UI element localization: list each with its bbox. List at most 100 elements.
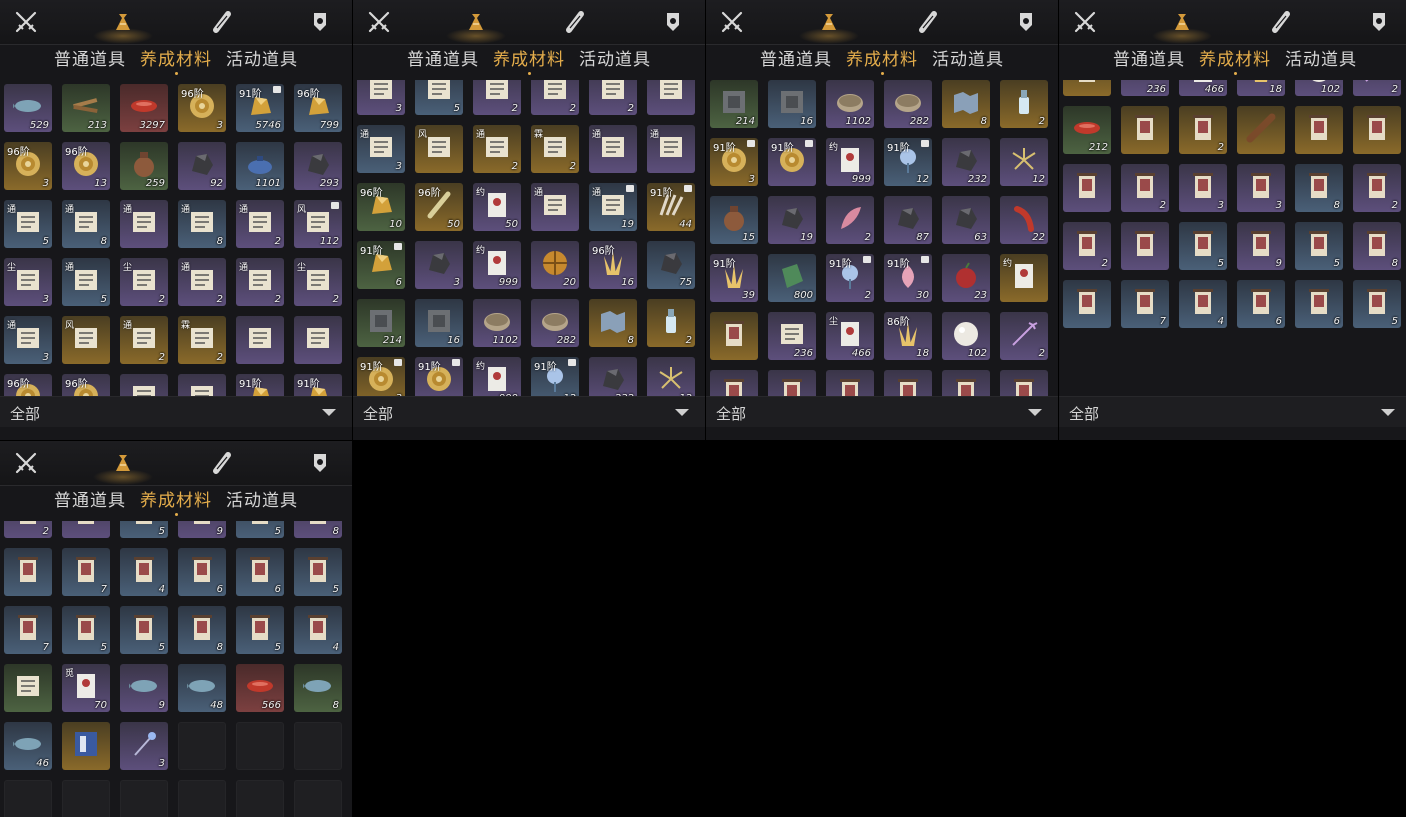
item-slot[interactable]: 尘 466 bbox=[826, 312, 874, 360]
item-slot[interactable]: 5 bbox=[1295, 222, 1343, 270]
item-slot[interactable] bbox=[236, 316, 284, 364]
item-slot[interactable] bbox=[1063, 164, 1111, 212]
item-slot[interactable]: 约999 bbox=[826, 138, 874, 186]
scroll-icon[interactable] bbox=[916, 10, 940, 34]
item-slot[interactable]: 3 bbox=[120, 722, 168, 770]
item-slot[interactable] bbox=[710, 312, 758, 360]
filter-dropdown[interactable]: 全部 bbox=[706, 396, 1058, 427]
item-slot[interactable]: 通2 bbox=[120, 316, 168, 364]
item-slot[interactable]: 4 bbox=[294, 606, 342, 654]
item-slot[interactable]: 91阶 44 bbox=[647, 183, 695, 231]
tab-normal-items[interactable]: 普通道具 bbox=[760, 46, 832, 74]
item-slot[interactable]: 通8 bbox=[178, 200, 226, 248]
item-slot[interactable] bbox=[1063, 80, 1111, 96]
item-slot[interactable]: 8 bbox=[942, 80, 990, 128]
item-slot[interactable]: 91阶 39 bbox=[710, 254, 758, 302]
item-slot[interactable]: 通3 bbox=[4, 316, 52, 364]
item-slot[interactable]: 91阶 bbox=[294, 374, 342, 396]
item-slot[interactable]: 236 bbox=[768, 312, 816, 360]
item-slot[interactable]: 3 bbox=[357, 80, 405, 115]
item-slot[interactable]: 通5 bbox=[62, 258, 110, 306]
item-slot[interactable]: 2 bbox=[826, 196, 874, 244]
item-slot[interactable]: 风 112 bbox=[294, 200, 342, 248]
item-slot[interactable]: 232 bbox=[589, 357, 637, 396]
filter-dropdown[interactable]: 全部 bbox=[0, 396, 352, 427]
item-slot[interactable]: 2 bbox=[1121, 164, 1169, 212]
item-slot[interactable]: 5 bbox=[1179, 222, 1227, 270]
filter-dropdown[interactable]: 全部 bbox=[353, 396, 705, 427]
scroll-icon[interactable] bbox=[1269, 10, 1293, 34]
swords-icon[interactable] bbox=[14, 10, 38, 34]
item-slot[interactable]: 8 bbox=[178, 606, 226, 654]
item-slot[interactable] bbox=[1353, 106, 1401, 154]
bag-icon[interactable] bbox=[1152, 10, 1212, 44]
item-slot[interactable]: 91阶 bbox=[415, 357, 463, 396]
scroll-icon[interactable] bbox=[210, 451, 234, 475]
item-slot[interactable]: 8 bbox=[294, 521, 342, 538]
item-slot[interactable]: 48 bbox=[178, 664, 226, 712]
item-slot[interactable]: 霖2 bbox=[178, 316, 226, 364]
tab-event-items[interactable]: 活动道具 bbox=[226, 487, 298, 515]
item-slot[interactable]: 5 bbox=[1353, 280, 1401, 328]
item-slot[interactable]: 2 bbox=[1353, 164, 1401, 212]
badge-icon[interactable] bbox=[1367, 10, 1391, 34]
item-slot[interactable] bbox=[1121, 106, 1169, 154]
swords-icon[interactable] bbox=[14, 451, 38, 475]
item-slot[interactable]: 1102 bbox=[473, 299, 521, 347]
tab-growth-materials[interactable]: 养成材料 bbox=[493, 46, 565, 75]
item-slot[interactable]: 5 bbox=[62, 606, 110, 654]
item-slot[interactable]: 1101 bbox=[236, 142, 284, 190]
item-slot[interactable]: 通 19 bbox=[589, 183, 637, 231]
item-slot[interactable]: 通3 bbox=[357, 125, 405, 173]
item-slot[interactable]: 96阶 3 bbox=[4, 142, 52, 190]
item-slot[interactable]: 5 bbox=[120, 521, 168, 538]
tab-normal-items[interactable]: 普通道具 bbox=[54, 487, 126, 515]
item-slot[interactable] bbox=[1063, 280, 1111, 328]
item-slot[interactable]: 96阶 10 bbox=[357, 183, 405, 231]
tab-growth-materials[interactable]: 养成材料 bbox=[846, 46, 918, 75]
item-slot[interactable]: 566 bbox=[236, 664, 284, 712]
item-slot[interactable]: 96阶 bbox=[4, 374, 52, 396]
item-slot[interactable]: 6 bbox=[178, 548, 226, 596]
item-slot[interactable]: 236 bbox=[1121, 80, 1169, 96]
item-slot[interactable]: 约 bbox=[1000, 254, 1048, 302]
item-slot[interactable]: 9 bbox=[1237, 222, 1285, 270]
item-slot[interactable]: 2 bbox=[1063, 222, 1111, 270]
item-slot[interactable]: 86阶18 bbox=[884, 312, 932, 360]
item-slot[interactable]: 282 bbox=[531, 299, 579, 347]
item-slot[interactable] bbox=[1295, 106, 1343, 154]
item-slot[interactable] bbox=[1237, 106, 1285, 154]
item-slot[interactable]: 5 bbox=[415, 80, 463, 115]
item-slot[interactable]: 232 bbox=[942, 138, 990, 186]
badge-icon[interactable] bbox=[308, 451, 332, 475]
item-slot[interactable]: 16 bbox=[768, 80, 816, 128]
item-slot[interactable]: 通2 bbox=[236, 258, 284, 306]
item-slot[interactable]: 15 bbox=[710, 196, 758, 244]
item-slot[interactable]: 4 bbox=[120, 548, 168, 596]
item-slot[interactable]: 约999 bbox=[473, 357, 521, 396]
item-slot[interactable]: 尘3 bbox=[4, 258, 52, 306]
tab-event-items[interactable]: 活动道具 bbox=[932, 46, 1004, 74]
tab-normal-items[interactable]: 普通道具 bbox=[407, 46, 479, 74]
tab-event-items[interactable]: 活动道具 bbox=[579, 46, 651, 74]
item-slot[interactable] bbox=[826, 370, 874, 396]
item-slot[interactable]: 通 bbox=[531, 183, 579, 231]
item-slot[interactable]: 2 bbox=[1179, 106, 1227, 154]
bag-icon[interactable] bbox=[93, 451, 153, 485]
item-slot[interactable] bbox=[884, 370, 932, 396]
item-slot[interactable]: 7 bbox=[1121, 280, 1169, 328]
item-slot[interactable]: 91阶 3 bbox=[710, 138, 758, 186]
item-slot[interactable]: 92 bbox=[178, 142, 226, 190]
bag-icon[interactable] bbox=[799, 10, 859, 44]
item-slot[interactable]: 86阶18 bbox=[1237, 80, 1285, 96]
item-slot[interactable]: 通2 bbox=[236, 200, 284, 248]
item-slot[interactable] bbox=[4, 548, 52, 596]
tab-normal-items[interactable]: 普通道具 bbox=[54, 46, 126, 74]
item-slot[interactable]: 觅 70 bbox=[62, 664, 110, 712]
item-slot[interactable]: 96阶 bbox=[62, 374, 110, 396]
badge-icon[interactable] bbox=[661, 10, 685, 34]
item-slot[interactable]: 96阶 13 bbox=[62, 142, 110, 190]
scroll-icon[interactable] bbox=[563, 10, 587, 34]
item-slot[interactable] bbox=[294, 316, 342, 364]
item-slot[interactable]: 46 bbox=[4, 722, 52, 770]
